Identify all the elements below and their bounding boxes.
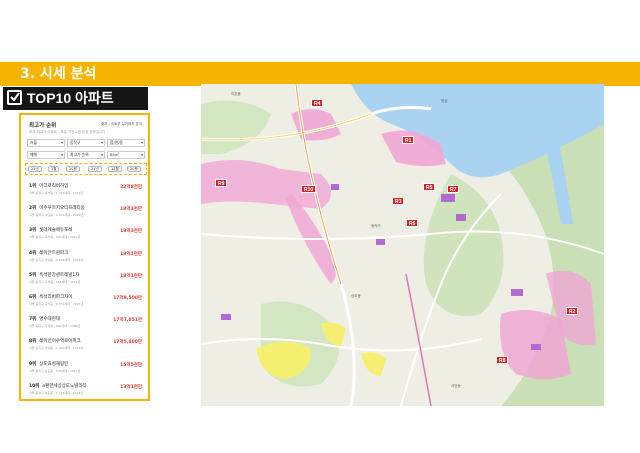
map-label-district: 동작구 — [371, 224, 381, 228]
map-label-sangdo: 상도동 — [351, 294, 361, 298]
rank-number: 1위 — [29, 184, 37, 189]
apartment-name[interactable]: 아크로리버하임 — [39, 184, 68, 189]
apartment-price: 22억8천만 — [120, 185, 142, 190]
marker-r1[interactable]: R1 — [402, 136, 415, 144]
apartment-price: 13억1천만 — [120, 384, 142, 390]
apartment-name[interactable]: 이수푸르지오더프레티움 — [39, 206, 85, 211]
rank-label: 5위 흑석한강센트레빌1차 — [29, 272, 79, 278]
marker-r3[interactable]: R3 — [392, 197, 405, 205]
top10-title: TOP10 아파트 — [27, 90, 114, 106]
list-item[interactable]: 2위 이수푸르지오더프레티움서울 동작구 사당동 · 1,101세대 · 2019… — [21, 203, 148, 227]
apartment-meta: 서울 동작구 사당동 · 2,018세대 · 2016년 — [29, 257, 84, 262]
filter-start-size[interactable]: 20평 — [66, 166, 80, 172]
rank-label: 4위 래미안트윈파크 — [29, 250, 68, 256]
rank-number: 5위 — [29, 272, 37, 278]
list-item[interactable]: 8위 래미안이수역로이파크서울 동작구 사당동 · 1,020세대 · 2014년… — [21, 336, 148, 360]
marker-r4[interactable]: R4 — [311, 99, 324, 107]
rank-label: 2위 이수푸르지오더프레티움 — [29, 205, 85, 211]
area-select[interactable]: 84㎡ — [107, 151, 145, 159]
rank-label: 10위 e편한세상상도노빌리티 — [29, 383, 87, 389]
filter-start-month[interactable]: 1월 — [48, 166, 60, 172]
list-item[interactable]: 5위 흑석한강센트레빌1차 서울 동작구 흑석동 · 655세대 · 2011년 18… — [21, 270, 148, 294]
apartment-name[interactable]: 래미안트윈파크 — [39, 251, 68, 256]
rank-label: 9위 상도효성해링턴 — [29, 361, 68, 367]
list-item[interactable]: 10위 e편한세상상도노빌리티 서울 동작구 상도동 · 1,122세대 · 201… — [21, 381, 148, 405]
list-item[interactable]: 7위 명수대현대서울 동작구 흑석동 · 660세대 · 1988년 17억7,85… — [21, 314, 148, 338]
top10-header: TOP10 아파트 — [3, 87, 148, 110]
apartment-name[interactable]: 래미안이수역로이파크 — [39, 339, 80, 344]
map-label-north: 이촌동 — [231, 92, 241, 96]
trade-type-select[interactable]: 매매 — [27, 151, 65, 159]
apartment-price: 18억3천만 — [120, 229, 142, 235]
period-filter-row: 21년 1월 20평 21년 12월 20평 — [25, 163, 147, 175]
source-note: 출처 : 국토부 실거래가 분석 — [100, 122, 142, 126]
marker-r10[interactable]: R10 — [301, 185, 317, 193]
map-label-river: 한강 — [441, 99, 448, 103]
marker-r5[interactable]: R5 — [423, 183, 436, 191]
panel-heading: 최고가 순위 — [29, 123, 57, 129]
apartment-meta: 서울 동작구 흑석동 · 1,772세대 · 2023년 — [29, 302, 84, 306]
district-select[interactable]: 동작구 — [67, 139, 105, 147]
map-view[interactable]: 한강 이촌동 동작구 상도동 사당동 R4 R1 R9 R10 R3 R5 R7… — [201, 84, 604, 406]
apartment-price: 18억1천만 — [120, 251, 142, 257]
rank-number: 2위 — [29, 206, 37, 212]
marker-r6[interactable]: R6 — [406, 219, 419, 227]
list-item[interactable]: 1위 아크로리버하임서울 동작구 흑석동 · 1,073세대 · 2019년 22억… — [21, 181, 148, 205]
list-item[interactable]: 4위 래미안트윈파크 서울 동작구 사당동 · 2,018세대 · 2016년 18억… — [21, 248, 148, 272]
apartment-meta: 서울 동작구 흑석동 · 1,073세대 · 2019년 — [29, 191, 84, 195]
filter-start-year[interactable]: 21년 — [28, 166, 42, 172]
apartment-name[interactable]: 명수대현대 — [39, 317, 60, 322]
marker-r9[interactable]: R9 — [215, 179, 228, 187]
filter-end-month[interactable]: 12월 — [108, 166, 122, 172]
price-ranking-panel: 최고가 순위 출처 : 국토부 실거래가 분석 최저 최고가 아파트 · 보유 … — [19, 113, 150, 401]
list-item[interactable]: 9위 상도효성해링턴 서울 동작구 상도동 · 548세대 · 2017년 15억5천… — [21, 359, 148, 383]
apartment-meta: 서울 동작구 흑석동 · 545세대 · 2019년 — [29, 235, 81, 240]
rank-number: 9위 — [29, 361, 37, 367]
apartment-meta: 서울 동작구 사당동 · 1,101세대 · 2019년 — [29, 213, 84, 218]
filter-end-size[interactable]: 20평 — [127, 166, 141, 172]
list-item[interactable]: 6위 흑석리버파크자이서울 동작구 흑석동 · 1,772세대 · 2023년 17… — [21, 292, 148, 316]
sort-select[interactable]: 최고가 순위 — [67, 151, 105, 159]
apartment-name[interactable]: 롯데캐슬에듀포레 — [39, 228, 72, 233]
apartment-meta: 서울 동작구 흑석동 · 660세대 · 1988년 — [29, 324, 81, 329]
checkbox-icon — [7, 90, 22, 105]
dong-select[interactable]: 읍/면/동 — [107, 139, 145, 147]
list-item[interactable]: 3위 롯데캐슬에듀포레서울 동작구 흑석동 · 545세대 · 2019년 18억3… — [21, 225, 148, 249]
apartment-price: 17억9,500만 — [113, 296, 142, 301]
map-canvas — [201, 84, 604, 406]
region-select[interactable]: 서울 — [27, 139, 65, 147]
apartment-name[interactable]: 상도효성해링턴 — [39, 362, 68, 367]
rank-number: 3위 — [29, 228, 37, 234]
panel-subtext: 최저 최고가 아파트 · 보유 기간 2년 이상 정보입니다 — [29, 130, 106, 134]
apartment-meta: 서울 동작구 상도동 · 1,122세대 · 2018년 — [29, 390, 84, 395]
rank-number: 4위 — [29, 250, 37, 256]
apartment-price: 15억5천만 — [120, 362, 142, 368]
map-label-sadang: 사당동 — [451, 384, 461, 388]
rank-number: 6위 — [29, 295, 37, 300]
apartment-name[interactable]: 흑석한강센트레빌1차 — [39, 273, 79, 278]
apartment-price: 17억5,800만 — [113, 340, 142, 346]
rank-label: 8위 래미안이수역로이파크 — [29, 338, 81, 344]
filter-end-year[interactable]: 21년 — [88, 166, 102, 172]
apartment-price: 17억7,851만 — [113, 318, 142, 324]
apartment-meta: 서울 동작구 흑석동 · 655세대 · 2011년 — [29, 279, 81, 284]
apartment-price: 18억3천만 — [120, 207, 142, 213]
apartment-price: 18억1천만 — [120, 273, 142, 279]
rank-label: 6위 흑석리버파크자이 — [29, 294, 72, 300]
marker-r2[interactable]: R2 — [566, 307, 579, 315]
marker-r7[interactable]: R7 — [447, 185, 460, 193]
rank-number: 7위 — [29, 317, 37, 323]
rank-label: 3위 롯데캐슬에듀포레 — [29, 227, 72, 233]
rank-number: 10위 — [29, 383, 40, 389]
rank-number: 8위 — [29, 339, 37, 345]
section-header-bar: 3. 시세 분석 — [0, 62, 640, 86]
rank-label: 7위 명수대현대 — [29, 316, 60, 322]
section-title: 3. 시세 분석 — [20, 66, 97, 82]
apartment-name[interactable]: e편한세상상도노빌리티 — [42, 384, 86, 389]
apartment-meta: 서울 동작구 사당동 · 1,020세대 · 2014년 — [29, 346, 84, 351]
marker-r8[interactable]: R8 — [496, 356, 509, 364]
apartment-meta: 서울 동작구 상도동 · 548세대 · 2017년 — [29, 368, 81, 373]
apartment-name[interactable]: 흑석리버파크자이 — [39, 295, 72, 300]
rank-label: 1위 아크로리버하임 — [29, 183, 68, 189]
